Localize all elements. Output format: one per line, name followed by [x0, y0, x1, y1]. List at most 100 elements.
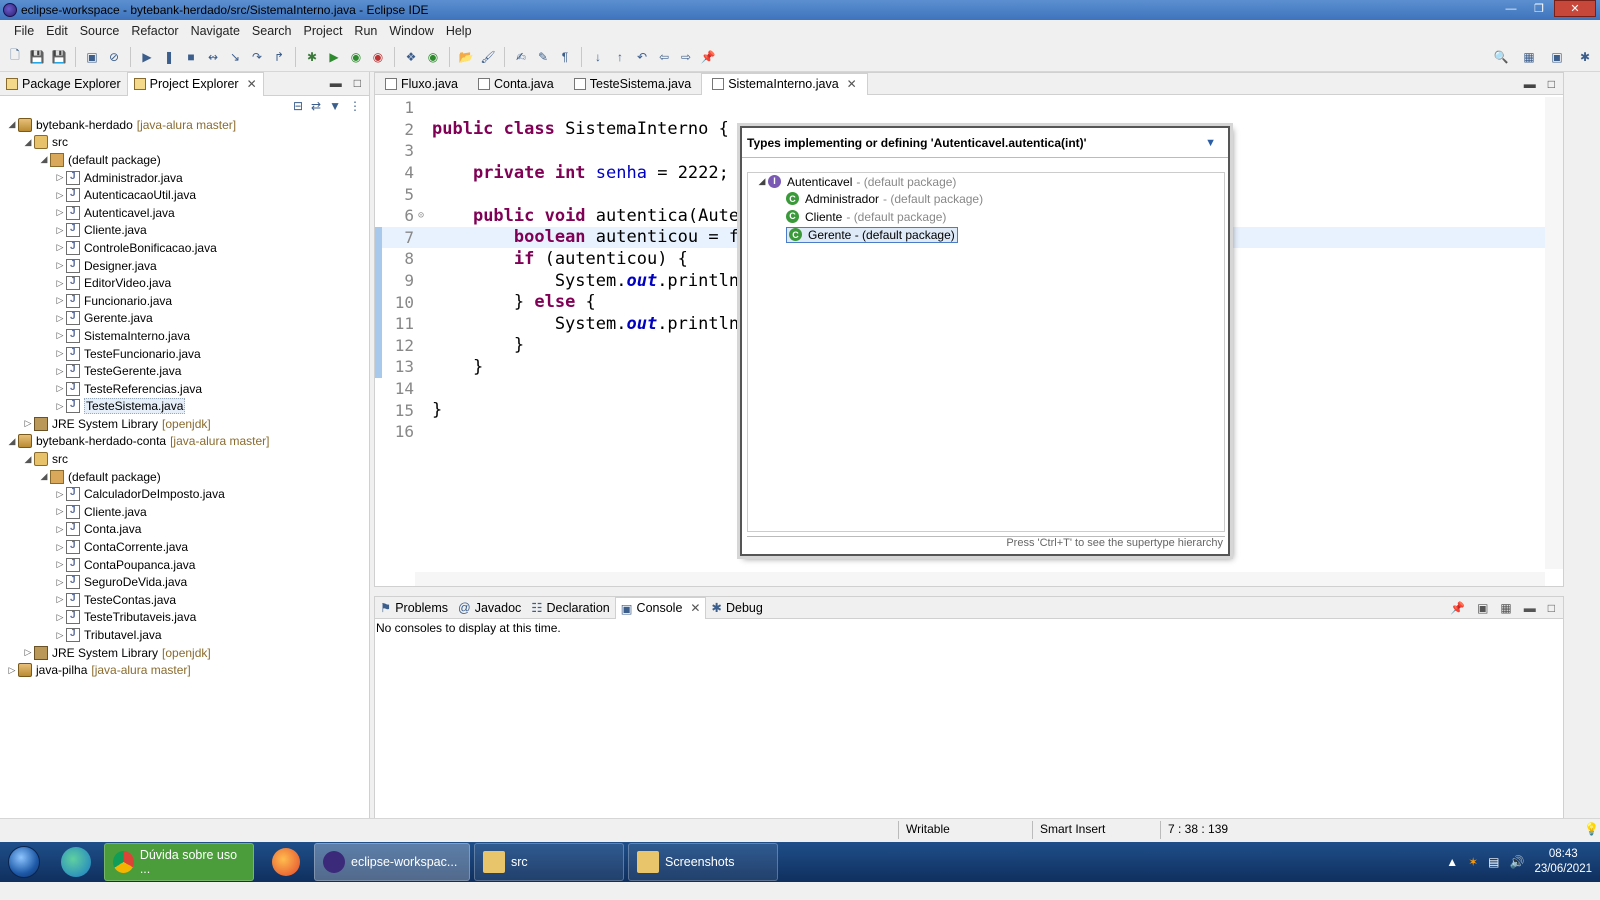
volume-icon[interactable]: 🔊	[1509, 855, 1524, 869]
editor-tab[interactable]: Conta.java	[468, 73, 564, 95]
tree-item[interactable]: ▷ JRE System Library [openjdk]	[0, 415, 369, 433]
hierarchy-item[interactable]: ◢ I Autenticavel - (default package)	[748, 173, 1224, 191]
step-over-icon[interactable]: ↷	[248, 48, 266, 66]
tree-item[interactable]: ◢ (default package)	[0, 151, 369, 169]
next-annotation-icon[interactable]: ↓	[589, 48, 607, 66]
maximize-view-icon[interactable]: □	[1548, 601, 1555, 615]
tree-item[interactable]: ▷ Cliente.java	[0, 503, 369, 521]
editor-tab[interactable]: Fluxo.java	[375, 73, 468, 95]
menu-file[interactable]: File	[8, 24, 40, 38]
fold-icon[interactable]: ⊝	[418, 210, 428, 221]
collapsed-arrow-icon[interactable]: ▷	[54, 489, 66, 500]
minimize-view-icon[interactable]: ▬	[330, 76, 342, 90]
tree-item[interactable]: ◢ bytebank-herdado-conta [java-alura maste…	[0, 433, 369, 451]
maximize-editor-icon[interactable]: □	[1548, 77, 1555, 91]
link-with-editor-icon[interactable]: ⇄	[311, 99, 321, 113]
start-button[interactable]	[0, 842, 48, 882]
toggle-mark-occurrences-icon[interactable]: ✍	[512, 48, 530, 66]
tree-item[interactable]: ▷ ContaCorrente.java	[0, 538, 369, 556]
close-icon[interactable]: ✕	[690, 601, 700, 615]
expanded-arrow-icon[interactable]: ◢	[6, 436, 18, 447]
skip-breakpoints-icon[interactable]: ⊘	[105, 48, 123, 66]
last-edit-location-icon[interactable]: ↶	[633, 48, 651, 66]
menu-edit[interactable]: Edit	[40, 24, 74, 38]
expanded-arrow-icon[interactable]: ◢	[6, 119, 18, 130]
collapsed-arrow-icon[interactable]: ▷	[54, 348, 66, 359]
collapsed-arrow-icon[interactable]: ▷	[54, 506, 66, 517]
terminate-icon[interactable]: ■	[182, 48, 200, 66]
step-into-icon[interactable]: ↘	[226, 48, 244, 66]
debug-icon[interactable]: ✱	[303, 48, 321, 66]
collapsed-arrow-icon[interactable]: ▷	[54, 401, 66, 412]
back-icon[interactable]: ⇦	[655, 48, 673, 66]
collapsed-arrow-icon[interactable]: ▷	[54, 225, 66, 236]
tree-item[interactable]: ▷ TesteReferencias.java	[0, 380, 369, 398]
search-icon[interactable]: 🖌	[479, 48, 497, 66]
tree-item[interactable]: ▷ TesteContas.java	[0, 591, 369, 609]
new-class-icon[interactable]: ◉	[424, 48, 442, 66]
tree-item[interactable]: ▷ Administrador.java	[0, 169, 369, 187]
tree-item[interactable]: ◢ src	[0, 134, 369, 152]
tree-item[interactable]: ◢ src	[0, 450, 369, 468]
expanded-arrow-icon[interactable]: ◢	[756, 176, 768, 187]
pin-editor-icon[interactable]: 📌	[699, 48, 717, 66]
hierarchy-item[interactable]: C Gerente - (default package)	[748, 226, 1224, 244]
collapsed-arrow-icon[interactable]: ▷	[54, 295, 66, 306]
forward-icon[interactable]: ⇨	[677, 48, 695, 66]
editor-tab[interactable]: SistemaInterno.java ✕	[701, 72, 868, 95]
menu-search[interactable]: Search	[246, 24, 298, 38]
tree-item[interactable]: ▷ java-pilha [java-alura master]	[0, 661, 369, 679]
tab-package-explorer[interactable]: Package Explorer	[0, 72, 127, 96]
menu-source[interactable]: Source	[74, 24, 126, 38]
taskbar-button[interactable]: eclipse-workspac...	[314, 843, 470, 881]
tab-debug[interactable]: ✱ Debug	[706, 597, 767, 619]
collapsed-arrow-icon[interactable]: ▷	[54, 242, 66, 253]
tree-item[interactable]: ▷ JRE System Library [openjdk]	[0, 644, 369, 662]
minimize-view-icon[interactable]: ▬	[1524, 601, 1536, 615]
horizontal-scrollbar[interactable]	[415, 572, 1545, 586]
tree-item[interactable]: ▷ ContaPoupanca.java	[0, 556, 369, 574]
collapsed-arrow-icon[interactable]: ▷	[54, 313, 66, 324]
tree-item[interactable]: ▷ Funcionario.java	[0, 292, 369, 310]
suspend-icon[interactable]: ❚	[160, 48, 178, 66]
taskbar-button[interactable]: Dúvida sobre uso ...	[104, 843, 254, 881]
menu-refactor[interactable]: Refactor	[125, 24, 184, 38]
firefox-icon[interactable]	[258, 842, 314, 882]
firefox-tray-icon[interactable]: ✶	[1468, 855, 1478, 869]
tree-item[interactable]: ▷ Conta.java	[0, 521, 369, 539]
open-console-icon[interactable]: ▦	[1500, 601, 1511, 615]
collapsed-arrow-icon[interactable]: ▷	[54, 366, 66, 377]
filter-icon[interactable]: ▼	[329, 99, 341, 113]
tab-javadoc[interactable]: @ Javadoc	[453, 597, 526, 619]
java-perspective-icon[interactable]: ▣	[1548, 48, 1566, 66]
collapsed-arrow-icon[interactable]: ▷	[54, 260, 66, 271]
open-perspective-icon[interactable]: ▦	[1520, 48, 1538, 66]
collapsed-arrow-icon[interactable]: ▷	[54, 577, 66, 588]
tab-console[interactable]: ▣ Console ✕	[614, 596, 707, 619]
terminal-icon[interactable]: ▣	[83, 48, 101, 66]
menu-run[interactable]: Run	[348, 24, 383, 38]
tree-item[interactable]: ▷ TesteTributaveis.java	[0, 609, 369, 627]
close-icon[interactable]: ✕	[847, 77, 857, 91]
view-menu-icon[interactable]: ⋮	[349, 99, 361, 113]
tree-item[interactable]: ◢ (default package)	[0, 468, 369, 486]
tree-item[interactable]: ▷ EditorVideo.java	[0, 274, 369, 292]
menu-help[interactable]: Help	[440, 24, 478, 38]
coverage-icon[interactable]: ◉	[347, 48, 365, 66]
code-line[interactable]: 1	[375, 97, 1545, 119]
tree-item[interactable]: ◢ bytebank-herdado [java-alura master]	[0, 116, 369, 134]
expanded-arrow-icon[interactable]: ◢	[38, 471, 50, 482]
minimize-editor-icon[interactable]: ▬	[1524, 77, 1536, 91]
tree-item[interactable]: ▷ ControleBonificacao.java	[0, 239, 369, 257]
show-hidden-icons-icon[interactable]: ▲	[1446, 855, 1458, 869]
edge-icon[interactable]	[48, 842, 104, 882]
tree-item[interactable]: ▷ TesteSistema.java	[0, 398, 369, 416]
open-type-icon[interactable]: 📂	[457, 48, 475, 66]
run-icon[interactable]: ▶	[325, 48, 343, 66]
disconnect-icon[interactable]: ↭	[204, 48, 222, 66]
new-java-project-icon[interactable]: ❖	[402, 48, 420, 66]
display-console-icon[interactable]: ▣	[1477, 601, 1488, 615]
show-whitespace-icon[interactable]: ¶	[556, 48, 574, 66]
save-icon[interactable]: 💾	[28, 48, 46, 66]
close-icon[interactable]: ✕	[247, 77, 257, 91]
